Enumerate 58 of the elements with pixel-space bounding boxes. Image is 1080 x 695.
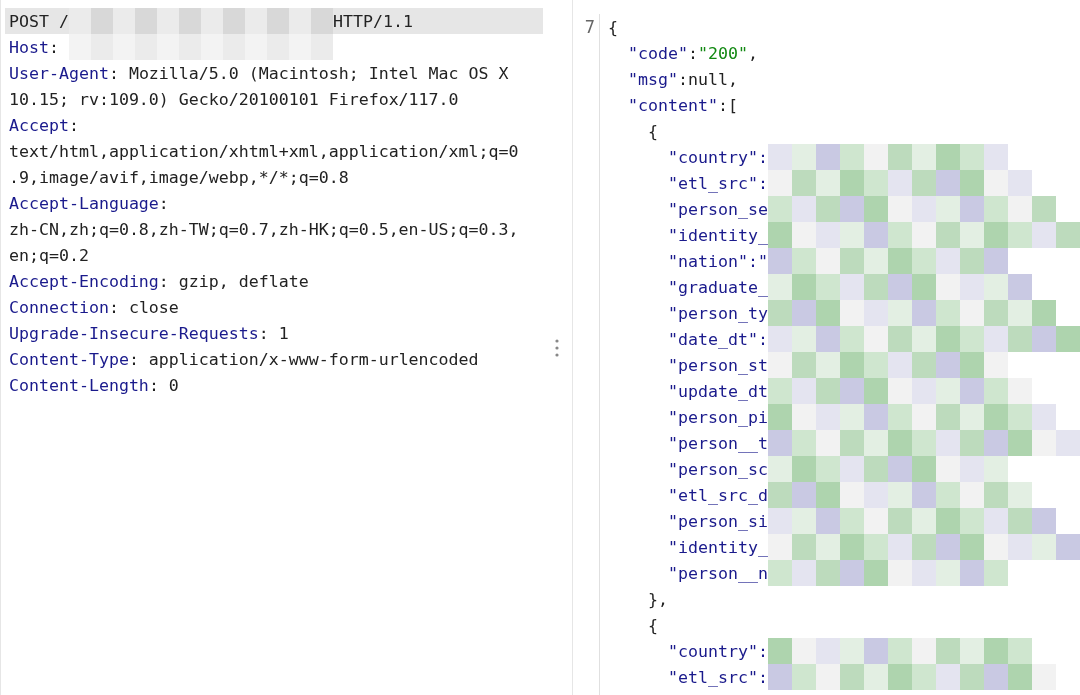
- field-name: User-Agent: [9, 63, 109, 83]
- field-name: "identity_: [668, 225, 768, 245]
- drag-handle-icon[interactable]: [555, 338, 560, 357]
- code-text: },: [648, 589, 669, 609]
- field-name: "etl_src_d: [668, 485, 768, 505]
- code-text: {: [608, 17, 619, 37]
- code-text: :: [68, 115, 79, 135]
- field-name: Content-Length: [9, 375, 149, 395]
- code-text: : 0: [148, 375, 179, 395]
- line-number: 7: [583, 16, 596, 39]
- code-text: : application/x-www-form-urlencoded: [128, 349, 479, 369]
- field-name: "etl_src":: [668, 173, 768, 193]
- code-text: : Mozilla/5.0 (Macintosh; Intel Mac OS X: [108, 63, 509, 83]
- code-text: en;q=0.2: [9, 245, 89, 265]
- code-text: HTTP/1.1: [332, 11, 413, 31]
- field-name: "identity_: [668, 537, 768, 557]
- code-text: :: [48, 37, 60, 57]
- code-text: :null,: [678, 69, 738, 89]
- field-name: "country":: [668, 147, 768, 167]
- field-name: "person_st: [668, 355, 768, 375]
- field-name: Accept: [9, 115, 69, 135]
- code-text: : close: [108, 297, 179, 317]
- code-text: POST /: [9, 11, 69, 31]
- field-name: Accept-Encoding: [9, 271, 159, 291]
- field-name: Content-Type: [9, 349, 129, 369]
- field-name: "nation":": [668, 251, 768, 271]
- field-name: "person_se: [668, 199, 768, 219]
- field-name: "person_ty: [668, 303, 768, 323]
- code-text: 10.15; rv:109.0) Gecko/20100101 Firefox/117.0: [9, 89, 459, 109]
- field-name: "msg": [628, 69, 679, 89]
- field-name: Host: [9, 37, 49, 57]
- code-text: :[: [718, 95, 738, 115]
- field-name: Upgrade-Insecure-Requests: [9, 323, 259, 343]
- field-name: Connection: [9, 297, 109, 317]
- code-text: text/html,application/xhtml+xml,application/xml;q=0: [9, 141, 519, 161]
- code-text: : gzip, deflate: [158, 271, 309, 291]
- code-text: {: [648, 121, 659, 141]
- field-name: Accept-Language: [9, 193, 159, 213]
- code-text: :: [688, 43, 699, 63]
- field-name: "update_dt: [668, 381, 768, 401]
- field-name: "person__t: [668, 433, 768, 453]
- code-text: ,: [748, 43, 758, 63]
- field-name: "person_si: [668, 511, 768, 531]
- field-name: "person_pi: [668, 407, 768, 427]
- field-name: "person_sc: [668, 459, 768, 479]
- code-text: : 1: [258, 323, 289, 343]
- field-name: "etl_src":: [668, 667, 768, 687]
- field-name: "code": [628, 43, 689, 63]
- field-name: "country":: [668, 641, 768, 661]
- field-name: "content": [628, 95, 718, 115]
- field-name: "date_dt":: [668, 329, 768, 349]
- field-name: "graduate_: [668, 277, 768, 297]
- code-text: "200": [698, 43, 748, 63]
- code-text: :: [158, 193, 169, 213]
- code-text: .9,image/avif,image/webp,*/*;q=0.8: [9, 167, 349, 187]
- code-text: zh-CN,zh;q=0.8,zh-TW;q=0.7,zh-HK;q=0.5,en-US;q=0.3,: [9, 219, 519, 239]
- code-text: {: [648, 615, 659, 635]
- field-name: "person__n: [668, 563, 768, 583]
